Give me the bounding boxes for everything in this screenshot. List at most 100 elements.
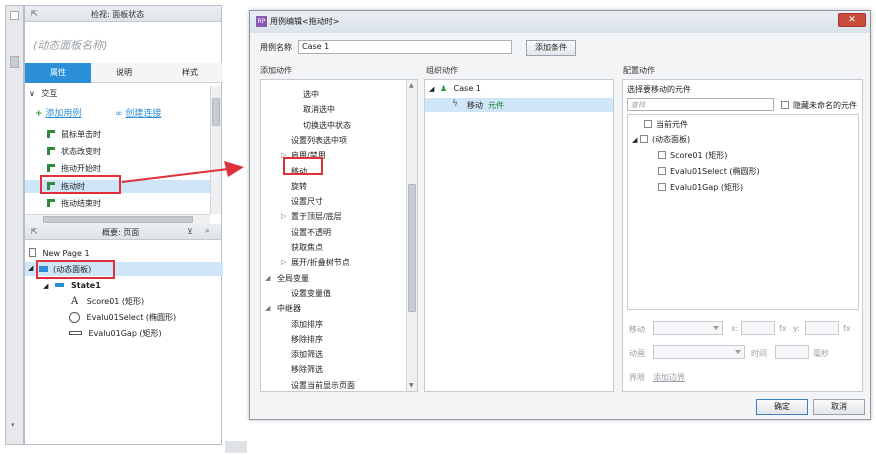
y-input[interactable]: [805, 321, 839, 335]
tree-item-panel[interactable]: ◢ (动态面板): [632, 134, 690, 145]
expand-arrow-icon[interactable]: ◢: [28, 264, 33, 272]
organize-action-panel: ◢ ♟ Case 1 ϟ 移动 元件: [424, 79, 614, 392]
expand-arrow-icon: ◢: [632, 136, 638, 144]
search-icon[interactable]: ⌕: [205, 226, 209, 236]
outline-title: 概要: 页面: [102, 228, 140, 237]
case-name-input[interactable]: Case 1: [298, 40, 512, 54]
outline-item-gap[interactable]: Evalu01Gap (矩形): [69, 328, 162, 339]
add-bound-link[interactable]: 添加边界: [653, 372, 685, 383]
tab-properties[interactable]: 属性: [25, 63, 91, 83]
animation-select[interactable]: [653, 345, 745, 359]
event-icon: [47, 164, 55, 172]
event-icon: [47, 147, 55, 155]
highlight-box-panel: [36, 260, 115, 279]
inspector-title: 检视: 面板状态: [91, 10, 145, 19]
case-tree-row[interactable]: ◢ ♟ Case 1: [429, 84, 481, 93]
x-fx-button[interactable]: fx: [779, 324, 787, 333]
add-condition-button[interactable]: 添加条件: [526, 40, 576, 56]
left-scroll-strip[interactable]: ▾: [5, 5, 24, 445]
link-icon: ∞: [115, 109, 123, 119]
page-icon: [29, 248, 36, 257]
tab-style[interactable]: 样式: [157, 63, 223, 83]
action-label: 切换选中状态: [303, 120, 351, 130]
panel-name-input[interactable]: (动态面板名称): [33, 37, 108, 53]
event-item[interactable]: 鼠标单击时: [47, 128, 101, 141]
inspector-scrollbar[interactable]: [210, 86, 221, 214]
hide-unnamed-checkbox[interactable]: 隐藏未命名的元件: [781, 100, 857, 111]
event-item[interactable]: 拖动结束时: [47, 197, 101, 210]
scroll-thumb[interactable]: [43, 216, 193, 223]
ok-button[interactable]: 确定: [756, 399, 808, 415]
action-label: 设置变量值: [291, 288, 331, 298]
rectangle-icon: [69, 331, 82, 335]
expand-arrow-icon[interactable]: ◢: [265, 302, 270, 315]
tree-item-score[interactable]: Score01 (矩形): [658, 150, 727, 161]
duration-input[interactable]: [775, 345, 809, 359]
tree-item-select[interactable]: Evalu01Select (椭圆形): [658, 166, 760, 177]
action-label: 取消选中: [303, 105, 335, 115]
pin-icon[interactable]: ⇱: [31, 227, 38, 236]
app-icon: RP: [256, 16, 267, 27]
checkbox-icon: [658, 167, 666, 175]
outline-state-row[interactable]: ◢ State1: [43, 281, 101, 290]
pin-icon[interactable]: ⇱: [31, 9, 38, 18]
action-label: 添加筛选: [291, 350, 323, 360]
dialog-titlebar: RP 用例编辑<拖动时> ✕: [250, 11, 870, 33]
scroll-box: [10, 11, 19, 20]
highlight-box-drag-event: [40, 175, 121, 194]
scroll-down-arrow-icon[interactable]: ▾: [11, 421, 15, 429]
interaction-section-header[interactable]: ∨ 交互: [29, 88, 57, 99]
action-tree-row[interactable]: ϟ 移动 元件: [425, 98, 613, 112]
add-case-link[interactable]: + 添加用例: [35, 106, 81, 119]
inspector-header: ⇱ 检视: 面板状态: [25, 6, 221, 22]
plus-icon: +: [35, 109, 43, 119]
expand-arrow-icon[interactable]: ▷: [281, 210, 286, 223]
action-label: 设置当前显示页面: [291, 380, 355, 390]
scroll-thumb[interactable]: [212, 98, 220, 126]
checkbox-icon: [658, 151, 666, 159]
scroll-thumb[interactable]: [10, 56, 19, 68]
outline-page-row[interactable]: New Page 1: [29, 248, 90, 258]
action-list-scrollbar[interactable]: ▲ ▼: [406, 80, 417, 391]
action-label: 设置不透明: [291, 227, 331, 237]
horizontal-scrollbar[interactable]: [25, 214, 210, 224]
create-link-link[interactable]: ∞ 创建连接: [115, 106, 161, 119]
search-input[interactable]: 查找: [627, 98, 774, 111]
collapse-arrow-icon: ∨: [29, 89, 35, 98]
scroll-thumb[interactable]: [408, 184, 416, 312]
chevron-down-icon: [735, 350, 741, 354]
chevron-down-icon: [713, 326, 719, 330]
outline-item-score[interactable]: A Score01 (矩形): [71, 296, 144, 307]
tree-item-current[interactable]: 当前元件: [644, 119, 688, 130]
scroll-down-arrow-icon[interactable]: ▼: [409, 382, 414, 389]
expand-arrow-icon: ◢: [43, 282, 49, 290]
expand-arrow-icon: ◢: [429, 85, 435, 93]
x-input[interactable]: [741, 321, 775, 335]
widget-tree: 当前元件 ◢ (动态面板) Score01 (矩形) Evalu01Select…: [627, 114, 859, 310]
action-label: 设置尺寸: [291, 197, 323, 207]
event-icon: [47, 199, 55, 207]
expand-arrow-icon[interactable]: ◢: [265, 272, 270, 285]
expand-arrow-icon[interactable]: ▷: [281, 256, 286, 269]
scroll-up-arrow-icon[interactable]: ▲: [409, 82, 414, 89]
action-label: 移除排序: [291, 334, 323, 344]
filter-icon[interactable]: ⊻: [187, 227, 193, 236]
action-label: 旋转: [291, 181, 307, 191]
move-type-select[interactable]: [653, 321, 723, 335]
event-item[interactable]: 拖动开始时: [47, 162, 101, 175]
highlight-box-move-action: [283, 157, 323, 175]
pointer-arrow: [121, 161, 244, 183]
cancel-button[interactable]: 取消: [813, 399, 865, 415]
action-label: 添加排序: [291, 319, 323, 329]
checkbox-icon: [644, 120, 652, 128]
case-editor-dialog: RP 用例编辑<拖动时> ✕ 用例名称 Case 1 添加条件 添加动作 组织动…: [249, 10, 871, 420]
y-fx-button[interactable]: fx: [843, 324, 851, 333]
outline-header: ⇱ 概要: 页面 ⊻ ⌕: [25, 224, 221, 240]
close-icon[interactable]: ✕: [838, 13, 866, 27]
event-item[interactable]: 状态改变时: [47, 145, 101, 158]
tab-notes[interactable]: 说明: [91, 63, 157, 83]
action-label: 选中: [303, 90, 319, 99]
tree-item-gap[interactable]: Evalu01Gap (矩形): [658, 182, 743, 193]
action-label: 获取焦点: [291, 243, 323, 252]
outline-item-select[interactable]: Evalu01Select (椭圆形): [69, 312, 176, 323]
